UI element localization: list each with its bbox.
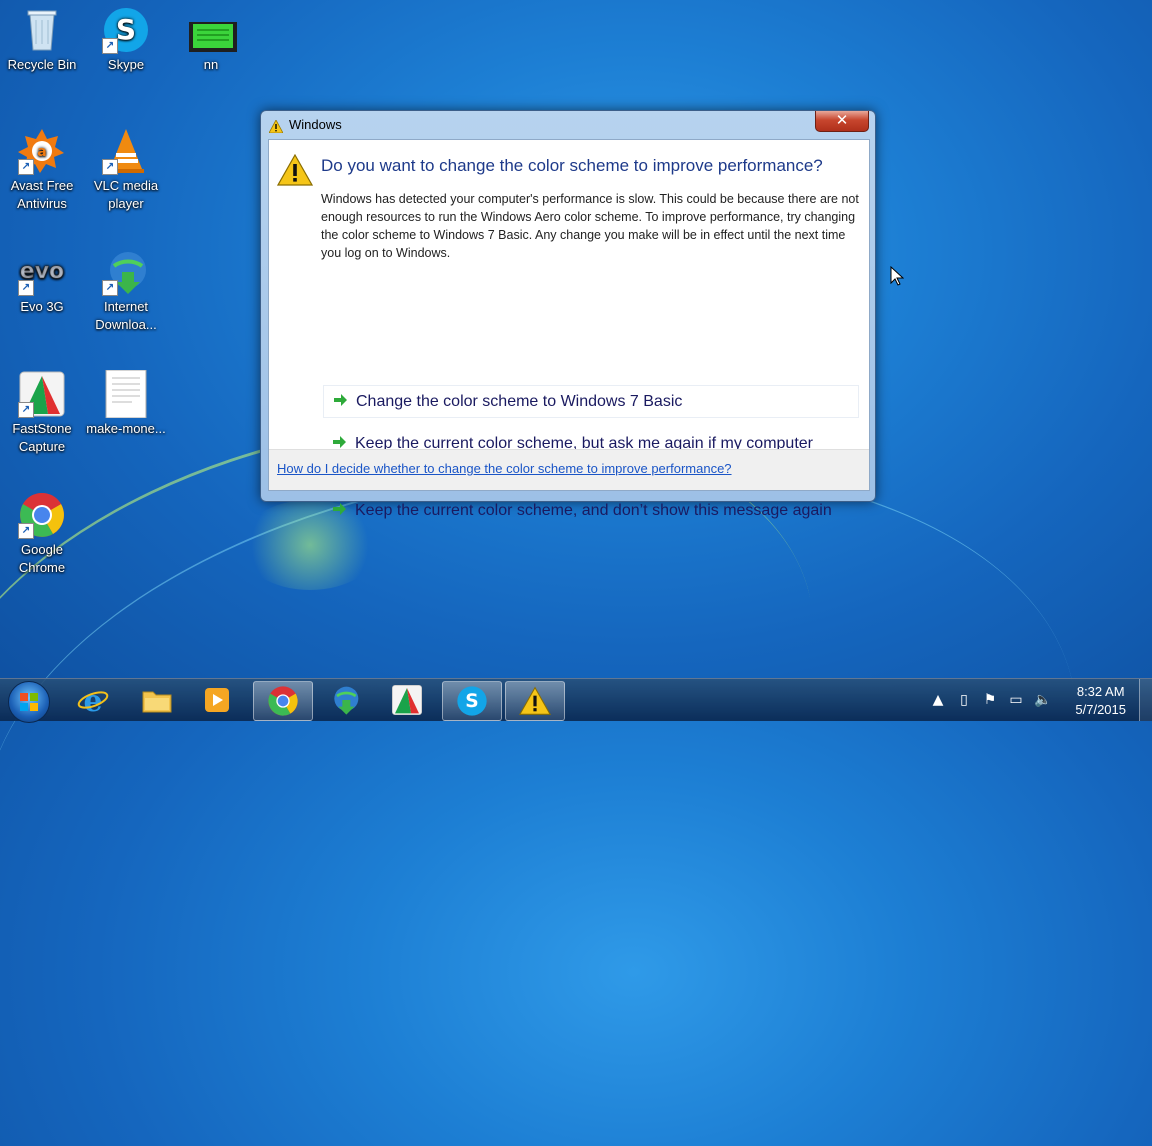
mouse-cursor-icon (890, 265, 905, 290)
dialog-heading: Do you want to change the color scheme t… (321, 156, 823, 175)
desktop-icon-label: nn (203, 57, 219, 72)
internet-download-manager-icon (334, 686, 359, 715)
clock-time: 8:32 AM (1076, 684, 1125, 699)
faststone-capture-icon (392, 685, 422, 715)
color-scheme-dialog: Windows ✕ Do you want to change the colo… (260, 110, 876, 519)
warning-icon (276, 153, 314, 190)
desktop-icon-google-chrome[interactable]: ↗ Google Chrome (2, 491, 82, 577)
desktop-icon-label: Avast Free (10, 178, 74, 193)
document-icon (102, 369, 150, 419)
desktop-icon-label: Capture (18, 439, 66, 454)
chrome-icon: ↗ (18, 491, 66, 539)
desktop-icon-label: VLC media (93, 178, 159, 193)
taskbar-internet-download-manager[interactable] (316, 681, 374, 719)
dialog-titlebar[interactable]: Windows ✕ (261, 111, 875, 139)
video-file-icon (187, 6, 237, 54)
skype-icon: S ↗ (102, 6, 150, 54)
desktop-icon-label: Skype (107, 57, 145, 72)
system-tray: ▲ ▯ ⚑ ▭ 🔈 8:32 AM 5/7/2015 (922, 679, 1152, 721)
desktop-icon-label: Internet (103, 299, 149, 314)
show-desktop-button[interactable] (1139, 679, 1152, 721)
taskbar-chrome[interactable] (253, 681, 313, 721)
desktop-icon-label: Antivirus (17, 196, 67, 211)
dialog-title: Windows (289, 117, 342, 132)
desktop-icon-document[interactable]: make-mone... (86, 369, 166, 438)
avast-icon: a ↗ (18, 127, 66, 175)
start-button[interactable] (8, 681, 50, 723)
evo-3g-icon: evo ↗ (18, 248, 66, 296)
clock[interactable]: 8:32 AM 5/7/2015 (1075, 683, 1126, 719)
shortcut-arrow-icon: ↗ (18, 402, 34, 418)
internet-explorer-icon: e (77, 684, 109, 716)
media-player-icon (205, 688, 229, 712)
shortcut-arrow-icon: ↗ (102, 38, 118, 54)
desktop-icon-faststone-capture[interactable]: ↗ FastStone Capture (2, 370, 82, 456)
close-button[interactable]: ✕ (815, 111, 869, 132)
option-label: Keep the current color scheme, and don’t… (355, 502, 832, 519)
green-arrow-icon (332, 391, 348, 407)
recycle-bin-icon (18, 6, 66, 54)
dialog-content: Do you want to change the color scheme t… (268, 139, 870, 519)
taskbar-media-player[interactable] (188, 681, 246, 719)
option-change-color-scheme[interactable]: Change the color scheme to Windows 7 Bas… (323, 385, 859, 418)
taskbar-skype[interactable]: S (442, 681, 502, 721)
clock-date: 5/7/2015 (1075, 702, 1126, 717)
network-icon[interactable]: ▭ (1008, 692, 1024, 708)
desktop-icon-vlc[interactable]: ↗ VLC media player (86, 127, 166, 213)
svg-text:e: e (83, 684, 102, 716)
green-arrow-icon (331, 500, 347, 516)
show-hidden-icons-icon[interactable]: ▲ (930, 692, 946, 708)
file-explorer-icon (142, 691, 172, 713)
shortcut-arrow-icon: ↗ (102, 280, 118, 296)
desktop-icon-internet-download-manager[interactable]: ↗ Internet Downloa... (86, 248, 166, 334)
shortcut-arrow-icon: ↗ (18, 159, 34, 175)
desktop-icon-label: FastStone (12, 421, 72, 436)
svg-text:a: a (37, 144, 46, 160)
option-label: Change the color scheme to Windows 7 Bas… (356, 393, 683, 410)
taskbar: e S ▲ ▯ ⚑ ▭ 🔈 8:32 AM 5/7/2015 (0, 678, 1152, 723)
svg-text:S: S (116, 13, 136, 46)
warning-icon (268, 118, 284, 137)
taskbar-warning-dialog[interactable] (505, 681, 565, 721)
skype-icon: S (457, 686, 487, 716)
taskbar-file-explorer[interactable] (128, 681, 186, 719)
help-link[interactable]: How do I decide whether to change the co… (277, 461, 732, 476)
desktop-icon-label: Downloa... (95, 317, 157, 332)
desktop-icon-avast[interactable]: a ↗ Avast Free Antivirus (2, 127, 82, 213)
volume-icon[interactable]: 🔈 (1034, 692, 1051, 708)
vlc-icon: ↗ (102, 127, 150, 175)
desktop-icon-recycle-bin[interactable]: Recycle Bin (2, 6, 82, 74)
shortcut-arrow-icon: ↗ (18, 280, 34, 296)
windows-logo-icon (20, 693, 38, 711)
desktop-icon-nn[interactable]: nn (171, 6, 251, 74)
desktop-icon-evo-3g[interactable]: evo ↗ Evo 3G (2, 248, 82, 316)
chrome-icon (268, 686, 298, 716)
device-icon[interactable]: ▯ (956, 692, 972, 708)
desktop-icon-label: player (108, 196, 144, 211)
internet-download-manager-icon: ↗ (102, 248, 150, 296)
taskbar-faststone-capture[interactable] (378, 681, 436, 719)
taskbar-internet-explorer[interactable]: e (64, 681, 122, 719)
desktop-icon-label: Google (21, 542, 63, 557)
option-keep-dont-show[interactable]: Keep the current color scheme, and don’t… (323, 495, 859, 526)
dialog-description: Windows has detected your computer's per… (321, 192, 859, 260)
green-arrow-icon (331, 433, 347, 449)
desktop-icon-label: make-mone... (86, 421, 166, 436)
desktop-icon-skype[interactable]: S ↗ Skype (86, 6, 166, 74)
dialog-footer: How do I decide whether to change the co… (269, 449, 869, 490)
action-center-flag-icon[interactable]: ⚑ (982, 692, 998, 708)
shortcut-arrow-icon: ↗ (18, 523, 34, 539)
svg-text:S: S (465, 691, 478, 712)
desktop-icon-label: Recycle Bin (7, 57, 77, 72)
desktop-icon-label: Chrome (18, 560, 66, 575)
desktop-icon-label: Evo 3G (20, 299, 64, 314)
faststone-capture-icon: ↗ (18, 370, 66, 418)
shortcut-arrow-icon: ↗ (102, 159, 118, 175)
warning-icon (519, 686, 551, 715)
